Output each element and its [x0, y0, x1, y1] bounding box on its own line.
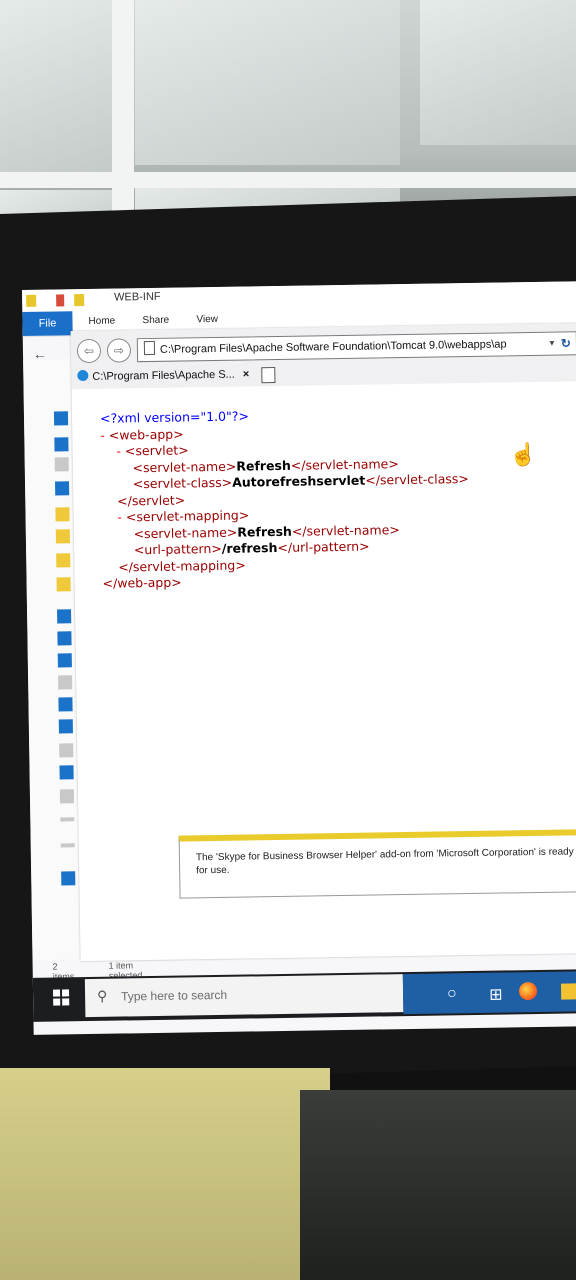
xml-tag: </web-app>: [102, 574, 182, 591]
tab-view[interactable]: View: [196, 314, 218, 325]
notification-bar: The 'Skype for Business Browser Helper' …: [178, 829, 576, 899]
chevron-down-icon[interactable]: ▼: [548, 333, 556, 355]
this-pc-icon[interactable]: [57, 609, 72, 624]
xml-document: <?xml version="1.0"?> - <web-app> - <ser…: [100, 405, 471, 592]
xml-tag: </servlet>: [117, 491, 186, 509]
pictures-icon[interactable]: [59, 743, 74, 758]
window-pane: [0, 0, 112, 175]
browser-tab[interactable]: C:\Program Files\Apache S... ×: [77, 364, 249, 387]
folder-icon[interactable]: [55, 507, 70, 522]
cortana-icon[interactable]: ○: [447, 985, 457, 1003]
videos-icon[interactable]: [59, 765, 74, 780]
forward-button[interactable]: ⇨: [106, 338, 132, 363]
3d-objects-icon[interactable]: [57, 631, 72, 646]
xml-tag: <servlet-name>: [132, 458, 237, 475]
hand-cursor-icon: ☝: [509, 441, 538, 468]
page-icon: [143, 340, 156, 356]
taskbar: ⚲ Type here to search ○ ⊞: [32, 969, 576, 1022]
quick-access-icon[interactable]: [53, 411, 69, 426]
window-pane: [135, 0, 400, 165]
drive-icon[interactable]: [60, 843, 75, 848]
ie-logo-icon: [77, 369, 89, 382]
xml-value: Refresh: [236, 457, 291, 474]
collapse-toggle[interactable]: -: [116, 443, 121, 458]
window-title: WEB-INF: [114, 290, 161, 304]
properties-icon[interactable]: [56, 294, 65, 307]
xml-tag: <servlet>: [124, 442, 189, 459]
taskbar-search-box[interactable]: ⚲ Type here to search: [84, 974, 404, 1018]
new-folder-icon[interactable]: [74, 294, 85, 307]
xml-tag: </servlet-name>: [290, 455, 399, 473]
notification-text: The 'Skype for Business Browser Helper' …: [195, 846, 574, 877]
close-tab-button[interactable]: ×: [243, 368, 250, 380]
documents-icon[interactable]: [58, 675, 73, 690]
folder-icon: [26, 294, 37, 307]
desktop-icon[interactable]: [57, 653, 72, 668]
xml-value: /refresh: [221, 540, 278, 556]
tab-share[interactable]: Share: [142, 315, 169, 326]
xml-tag: <servlet-mapping>: [125, 507, 250, 525]
music-icon[interactable]: [58, 719, 73, 734]
address-text: C:\Program Files\Apache Software Foundat…: [159, 338, 507, 356]
xml-tag: </servlet-class>: [365, 471, 469, 488]
folder-icon[interactable]: [56, 553, 71, 568]
taskbar-tray: ○ ⊞: [402, 971, 576, 1015]
folder-icon[interactable]: [56, 577, 71, 592]
new-tab-button[interactable]: [261, 367, 276, 384]
windows-start-icon[interactable]: [52, 989, 70, 1006]
downloads-icon[interactable]: [58, 697, 73, 712]
browser-window: ⇦ ⇨ C:\Program Files\Apache Software Fou…: [70, 323, 576, 962]
xml-tag: <url-pattern>: [133, 540, 222, 558]
drive-icon[interactable]: [60, 817, 75, 822]
collapse-toggle[interactable]: -: [100, 427, 105, 442]
xml-tag: </url-pattern>: [277, 538, 370, 556]
window-frame: [112, 0, 134, 240]
desktop-icon[interactable]: [55, 481, 70, 496]
xml-tag: <servlet-name>: [133, 524, 238, 541]
xml-tag: </servlet-name>: [291, 521, 400, 539]
xml-value: Autorefreshservlet: [232, 472, 366, 490]
window-pane: [420, 0, 576, 145]
xml-tag: <web-app>: [108, 425, 184, 443]
documents-icon[interactable]: [54, 457, 69, 472]
search-placeholder: Type here to search: [120, 987, 228, 1004]
screen: WEB-INF File Home Share View ← 2 items 1…: [22, 281, 576, 1035]
xml-declaration: <?xml version="1.0"?>: [99, 408, 249, 426]
xml-value: Refresh: [237, 523, 292, 540]
local-disk-icon[interactable]: [59, 789, 75, 804]
refresh-icon[interactable]: ↻: [561, 332, 571, 354]
back-button[interactable]: ⇦: [76, 338, 102, 364]
xml-tag: </servlet-mapping>: [118, 557, 246, 575]
collapse-toggle[interactable]: -: [117, 509, 122, 524]
task-view-icon[interactable]: ⊞: [489, 985, 503, 1005]
monitor-stand-area: [300, 1090, 576, 1280]
tab-home[interactable]: Home: [88, 316, 115, 327]
file-explorer-icon[interactable]: [560, 983, 576, 1000]
xml-tag: <servlet-class>: [132, 474, 233, 492]
network-icon[interactable]: [61, 871, 76, 886]
tab-file[interactable]: File: [22, 311, 73, 336]
window-frame: [0, 172, 576, 188]
folder-icon[interactable]: [55, 529, 70, 544]
downloads-icon[interactable]: [54, 437, 69, 452]
browser-tab-title: C:\Program Files\Apache S...: [92, 368, 235, 383]
search-icon: ⚲: [96, 987, 108, 1004]
desk-surface: [0, 1068, 330, 1280]
